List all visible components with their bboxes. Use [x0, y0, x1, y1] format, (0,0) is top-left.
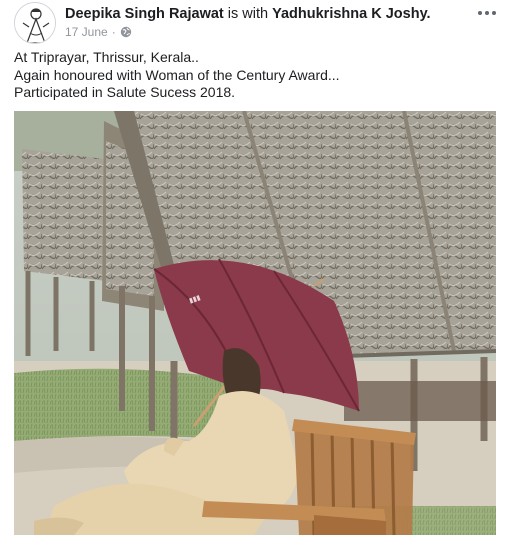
post-meta: 17 June · [65, 25, 132, 39]
post-text-line: Participated in Salute Sucess 2018. [14, 84, 236, 100]
post-timestamp-link[interactable]: 17 June [65, 25, 108, 39]
post-body-text: At Triprayar, Thrissur, Kerala.. Again h… [14, 49, 494, 102]
avatar-illustration [15, 3, 55, 43]
photo-illustration: ▮▮▮ [14, 111, 496, 535]
facebook-post: Deepika Singh Rajawat is with Yadhukrish… [0, 0, 512, 538]
more-dot [492, 11, 496, 15]
more-dot [485, 11, 489, 15]
tagged-person-link[interactable]: Yadhukrishna K Joshy. [272, 6, 430, 22]
post-text-line: Again honoured with Woman of the Century… [14, 66, 340, 83]
globe-icon[interactable] [120, 26, 132, 38]
post-text-line: At Triprayar, Thrissur, Kerala.. [14, 49, 199, 65]
more-options-icon[interactable] [476, 6, 498, 20]
author-name-link[interactable]: Deepika Singh Rajawat [65, 6, 224, 22]
header-connector-text: is with [227, 6, 269, 22]
author-avatar[interactable] [14, 2, 56, 44]
post-header: Deepika Singh Rajawat is with Yadhukrish… [65, 5, 431, 23]
post-photo[interactable]: ▮▮▮ [14, 111, 496, 535]
meta-separator: · [111, 25, 116, 39]
more-dot [478, 11, 482, 15]
